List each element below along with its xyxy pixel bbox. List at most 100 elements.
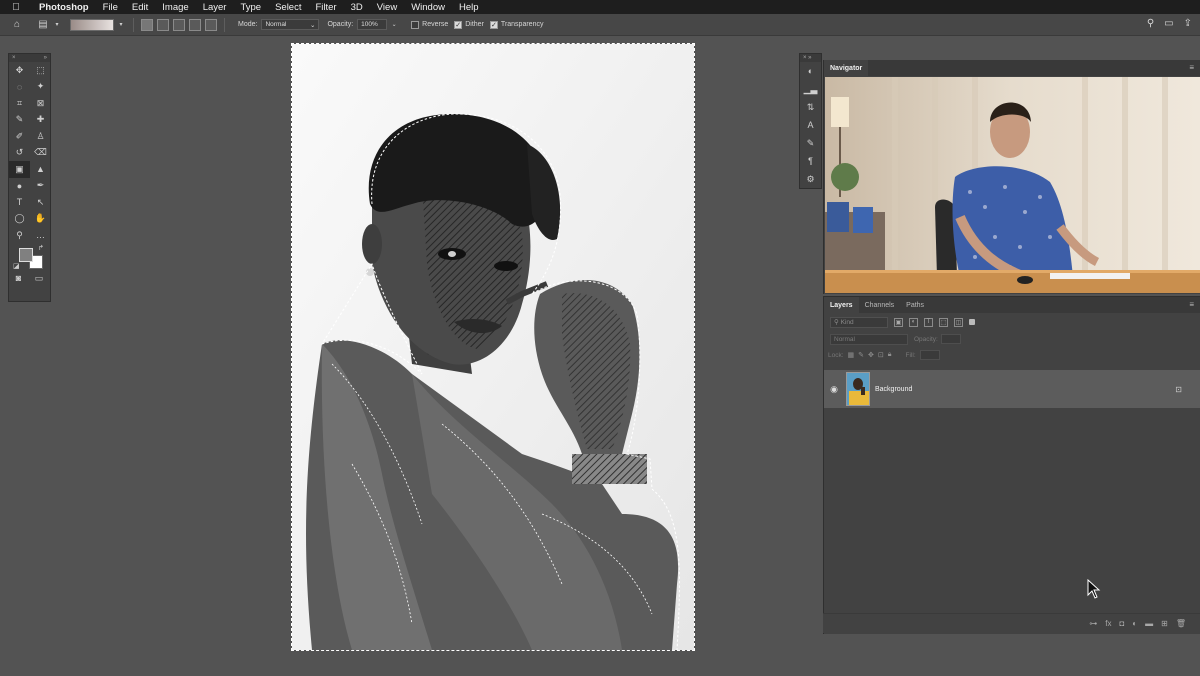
menu-window[interactable]: Window bbox=[404, 2, 452, 13]
ellipse-icon[interactable]: ◯ bbox=[9, 211, 30, 228]
lock-position-icon[interactable]: ✥ bbox=[868, 351, 874, 359]
magic-wand-icon[interactable]: ✦ bbox=[30, 79, 51, 96]
eyedropper-icon[interactable]: ✎ bbox=[9, 112, 30, 129]
move-icon[interactable]: ✥ bbox=[9, 62, 30, 79]
screen-mode-icon[interactable]: ▭ bbox=[35, 273, 44, 284]
lock-all-icon[interactable]: 🔒︎ bbox=[888, 351, 892, 359]
gradient-icon[interactable]: ▣ bbox=[9, 161, 30, 178]
layer-row-background[interactable]: ◉ Background ⊡ bbox=[824, 370, 1200, 408]
home-icon[interactable]: ⌂ bbox=[10, 18, 24, 32]
menu-3d[interactable]: 3D bbox=[344, 2, 370, 13]
foreground-color-swatch[interactable] bbox=[19, 247, 33, 262]
menu-filter[interactable]: Filter bbox=[308, 2, 343, 13]
workspace-icon[interactable]: ▭ bbox=[1164, 18, 1173, 29]
more-icon[interactable]: … bbox=[30, 227, 51, 244]
lasso-icon[interactable]: ◌ bbox=[9, 79, 30, 96]
layer-style-icon[interactable]: fx bbox=[1105, 619, 1111, 628]
collapse-icon[interactable]: » bbox=[44, 54, 47, 62]
gradient-preview[interactable] bbox=[70, 18, 114, 31]
menu-layer[interactable]: Layer bbox=[196, 2, 234, 13]
delete-layer-icon[interactable]: 🗑︎ bbox=[1176, 619, 1186, 628]
tab-navigator[interactable]: Navigator bbox=[824, 60, 869, 76]
default-colors-icon[interactable]: ◪ bbox=[13, 262, 20, 270]
gradient-dropdown-icon[interactable]: ▾ bbox=[114, 18, 128, 32]
image-filter-icon[interactable]: ▣ bbox=[894, 317, 903, 327]
new-group-icon[interactable]: ▬ bbox=[1145, 619, 1153, 628]
type-icon[interactable]: T bbox=[9, 194, 30, 211]
tool-preset-icon[interactable]: ▤ bbox=[36, 18, 50, 32]
crop-icon[interactable]: ⌗ bbox=[9, 95, 30, 112]
type-filter-icon[interactable]: T bbox=[924, 317, 933, 327]
reverse-checkbox[interactable] bbox=[411, 20, 420, 29]
transparency-checkbox[interactable]: ✓ bbox=[489, 20, 498, 29]
diamond-gradient-button[interactable] bbox=[205, 18, 217, 31]
brush-icon[interactable]: ✐ bbox=[9, 128, 30, 145]
mode-select[interactable]: Normal ⌄ bbox=[261, 19, 320, 30]
blend-mode-select[interactable]: Normal bbox=[830, 333, 908, 345]
tab-layers[interactable]: Layers bbox=[824, 297, 859, 313]
lock-transparent-icon[interactable]: ▦ bbox=[848, 351, 855, 359]
reflected-gradient-button[interactable] bbox=[189, 18, 201, 31]
smart-object-filter-icon[interactable]: ◫ bbox=[954, 317, 963, 327]
panel-menu-icon[interactable]: ≡ bbox=[1189, 63, 1194, 72]
adjustments-panel-icon[interactable]: ⇅ bbox=[800, 98, 821, 116]
menu-select[interactable]: Select bbox=[268, 2, 308, 13]
menu-help[interactable]: Help bbox=[452, 2, 486, 13]
menu-app-name[interactable]: Photoshop bbox=[32, 2, 96, 13]
navigator-preview[interactable] bbox=[825, 77, 1200, 293]
close-icon[interactable]: × bbox=[12, 54, 16, 62]
eraser-icon[interactable]: ⌫ bbox=[30, 145, 51, 162]
add-mask-icon[interactable]: ◘ bbox=[1119, 619, 1124, 628]
character-panel-icon[interactable]: A bbox=[800, 116, 821, 134]
new-layer-icon[interactable]: ⊞ bbox=[1161, 619, 1168, 628]
menu-view[interactable]: View bbox=[370, 2, 404, 13]
link-layers-icon[interactable]: ⊶ bbox=[1089, 619, 1097, 628]
pen-icon[interactable]: ✒ bbox=[30, 178, 51, 195]
strip-header[interactable]: × » bbox=[800, 54, 821, 62]
menu-edit[interactable]: Edit bbox=[125, 2, 155, 13]
sharpen-icon[interactable]: ▲ bbox=[30, 161, 51, 178]
apple-icon[interactable]:  bbox=[0, 2, 32, 13]
frame-icon[interactable]: ⊠ bbox=[30, 95, 51, 112]
navigator-panel-icon[interactable]: ◐ bbox=[800, 62, 821, 80]
layer-opacity-field[interactable] bbox=[940, 334, 961, 344]
dodge-icon[interactable]: ● bbox=[9, 178, 30, 195]
kind-filter-select[interactable]: ⚲ Kind bbox=[830, 316, 888, 328]
document-canvas[interactable] bbox=[291, 43, 695, 651]
new-adjustment-icon[interactable]: ◐ bbox=[1132, 619, 1137, 628]
lock-paint-icon[interactable]: ✎ bbox=[858, 351, 864, 359]
history-brush-icon[interactable]: ↺ bbox=[9, 145, 30, 162]
stamp-icon[interactable]: ♙ bbox=[30, 128, 51, 145]
tool-presets-icon[interactable]: ⚙ bbox=[800, 170, 821, 188]
panel-menu-icon[interactable]: ≡ bbox=[1189, 300, 1194, 309]
histogram-panel-icon[interactable]: ▁▃ bbox=[800, 80, 821, 98]
path-select-icon[interactable]: ↖ bbox=[30, 194, 51, 211]
layer-name[interactable]: Background bbox=[875, 386, 912, 393]
share-icon[interactable]: ⇪ bbox=[1184, 18, 1192, 29]
healing-icon[interactable]: ✚ bbox=[30, 112, 51, 129]
lock-artboard-icon[interactable]: ⊡ bbox=[878, 351, 884, 359]
tab-paths[interactable]: Paths bbox=[900, 297, 930, 313]
eye-icon[interactable]: ◉ bbox=[824, 384, 844, 395]
quick-mask-icon[interactable]: ◙ bbox=[16, 273, 21, 284]
tools-panel-header[interactable]: × » bbox=[9, 54, 50, 62]
tab-channels[interactable]: Channels bbox=[859, 297, 901, 313]
shape-filter-icon[interactable]: ⬚ bbox=[939, 317, 948, 327]
paragraph-panel-icon[interactable]: ¶ bbox=[800, 152, 821, 170]
adjustment-filter-icon[interactable]: ◐ bbox=[909, 317, 918, 327]
search-icon[interactable]: ⚲ bbox=[1147, 18, 1154, 29]
zoom-icon[interactable]: ⚲ bbox=[9, 227, 30, 244]
radial-gradient-button[interactable] bbox=[157, 18, 169, 31]
opacity-field[interactable]: 100% bbox=[357, 19, 388, 30]
menu-file[interactable]: File bbox=[96, 2, 125, 13]
menu-image[interactable]: Image bbox=[155, 2, 195, 13]
filter-toggle-icon[interactable] bbox=[969, 319, 975, 325]
chevron-down-icon[interactable]: ▾ bbox=[50, 18, 64, 32]
brush-settings-icon[interactable]: ✎ bbox=[800, 134, 821, 152]
fill-field[interactable] bbox=[919, 350, 940, 360]
lock-icon[interactable]: ⊡ bbox=[1175, 385, 1182, 394]
dither-checkbox[interactable]: ✓ bbox=[454, 20, 463, 29]
angle-gradient-button[interactable] bbox=[173, 18, 185, 31]
marquee-icon[interactable]: ⬚ bbox=[30, 62, 51, 79]
menu-type[interactable]: Type bbox=[233, 2, 268, 13]
